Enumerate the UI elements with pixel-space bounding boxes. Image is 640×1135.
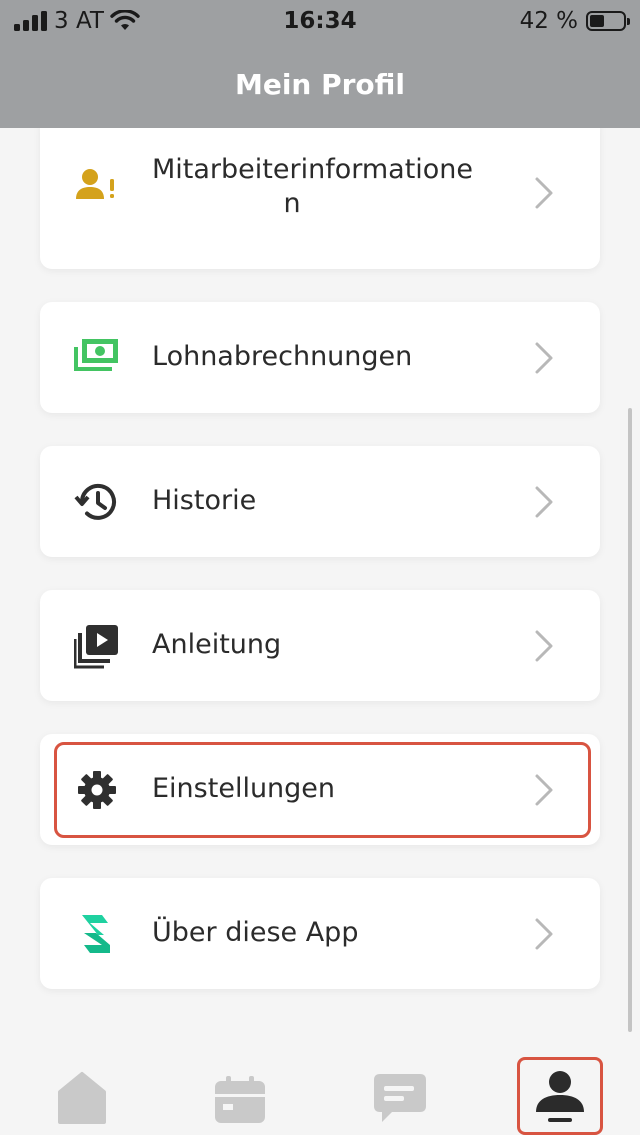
nav-header: Mein Profil: [0, 42, 640, 128]
battery-nub: [627, 18, 630, 25]
menu-item-settings[interactable]: Einstellungen: [40, 734, 600, 845]
battery-icon: [586, 11, 630, 31]
profile-menu-list[interactable]: Mitarbeiterinformatione n Lohnabrechnung…: [0, 128, 640, 1038]
tab-home[interactable]: [52, 1066, 112, 1126]
scrollbar[interactable]: [628, 408, 632, 1032]
chevron-right-icon: [535, 918, 553, 950]
video-tutorial-icon: [74, 625, 118, 669]
tab-calendar[interactable]: [210, 1066, 270, 1126]
menu-item-label: Anleitung: [152, 629, 282, 660]
profile-icon: [536, 1071, 584, 1122]
menu-item-label: Lohnabrechnungen: [152, 341, 413, 372]
chevron-right-icon: [535, 630, 553, 662]
menu-item-label-line2: n: [283, 188, 301, 219]
calendar-icon: [215, 1076, 265, 1123]
menu-item-employee-info[interactable]: Mitarbeiterinformatione n: [40, 128, 600, 269]
status-right: 42 %: [519, 8, 630, 34]
tab-messages[interactable]: [370, 1066, 430, 1126]
menu-item-label: Historie: [152, 485, 257, 516]
menu-item-tutorial[interactable]: Anleitung: [40, 590, 600, 701]
payslip-money-icon: [74, 339, 118, 371]
chevron-right-icon: [535, 774, 553, 806]
chevron-right-icon: [535, 177, 553, 209]
gear-icon: [78, 771, 116, 809]
home-icon: [58, 1072, 106, 1124]
menu-item-history[interactable]: Historie: [40, 446, 600, 557]
status-bar: 3 AT 16:34 42 %: [0, 0, 640, 42]
employee-info-icon: [76, 169, 114, 199]
history-icon: [74, 483, 116, 520]
menu-item-about[interactable]: Über diese App: [40, 878, 600, 989]
menu-item-label: Einstellungen: [152, 773, 336, 804]
page-title: Mein Profil: [234, 67, 406, 101]
chevron-right-icon: [535, 486, 553, 518]
tab-profile[interactable]: [532, 1068, 592, 1128]
app-logo-icon: [82, 915, 110, 953]
menu-item-label: Über diese App: [152, 917, 359, 948]
tab-bar: [0, 1038, 640, 1135]
menu-item-payslips[interactable]: Lohnabrechnungen: [40, 302, 600, 413]
battery-percent: 42 %: [519, 8, 578, 34]
battery-fill: [590, 15, 604, 27]
chevron-right-icon: [535, 342, 553, 374]
chat-icon: [374, 1074, 426, 1122]
